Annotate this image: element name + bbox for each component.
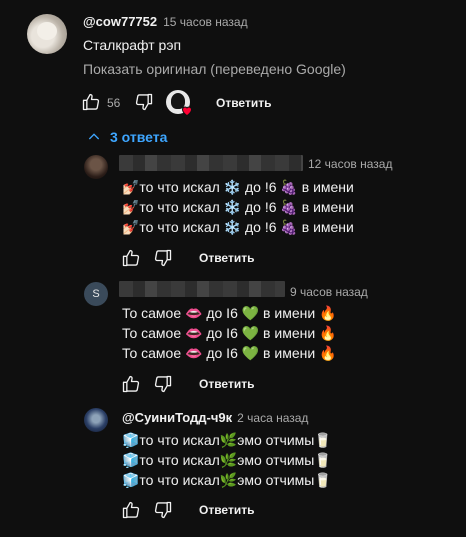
thumbs-down-icon <box>154 501 172 519</box>
reply-time[interactable]: 2 часа назад <box>237 411 308 425</box>
thumbs-up-icon <box>122 501 140 519</box>
avatar-cow77752[interactable] <box>27 14 67 54</box>
replies-toggle-label: 3 ответа <box>110 129 168 145</box>
like-button[interactable] <box>80 91 102 113</box>
blurred-username <box>119 281 285 297</box>
reply-button[interactable]: Ответить <box>199 251 254 265</box>
reply-button[interactable]: Ответить <box>199 377 254 391</box>
reply-text-line: 💅🏻то что искал ❄️ до !6 🍇 в имени <box>122 179 354 195</box>
thumbs-up-icon <box>82 93 100 111</box>
dislike-button[interactable] <box>152 373 174 395</box>
reply-text-line: 🧊то что искал🌿эмо отчимы🥛 <box>122 472 332 488</box>
reply-text-line: То самое 👄 до I6 💚 в имени 🔥 <box>122 325 337 341</box>
avatar-letter: S <box>92 288 100 300</box>
reply-avatar[interactable] <box>84 155 108 179</box>
thumbs-down-icon <box>135 93 153 111</box>
reply-text-line: 🧊то что искал🌿эмо отчимы🥛 <box>122 432 332 448</box>
chevron-up-icon <box>88 133 100 140</box>
dislike-button[interactable] <box>152 499 174 521</box>
dislike-button[interactable] <box>152 247 174 269</box>
heart-icon <box>181 103 193 117</box>
reply-text-line: 🧊то что искал🌿эмо отчимы🥛 <box>122 452 332 468</box>
reply-avatar[interactable]: S <box>84 282 108 306</box>
reply-avatar[interactable] <box>84 408 108 432</box>
reply-text-line: 💅🏻то что искал ❄️ до !6 🍇 в имени <box>122 199 354 215</box>
blurred-username <box>119 155 303 171</box>
reply-text-line: 💅🏻то что искал ❄️ до !6 🍇 в имени <box>122 219 354 235</box>
comment-time[interactable]: 15 часов назад <box>163 15 247 29</box>
reply-button[interactable]: Ответить <box>199 503 254 517</box>
author-handle[interactable]: @СуиниТодд-ч9к <box>122 410 232 425</box>
replies-toggle[interactable]: 3 ответа <box>86 129 167 145</box>
reply-header: @СуиниТодд-ч9к 2 часа назад <box>122 410 308 425</box>
comment-text: Сталкрафт рэп <box>83 37 182 53</box>
thumbs-up-icon <box>122 249 140 267</box>
reply-text-line: То самое 👄 до I6 💚 в имени 🔥 <box>122 305 337 321</box>
reply-time[interactable]: 12 часов назад <box>308 157 392 171</box>
reply-text-line: То самое 👄 до I6 💚 в имени 🔥 <box>122 345 337 361</box>
thumbs-up-icon <box>122 375 140 393</box>
like-button[interactable] <box>120 499 142 521</box>
reply-time[interactable]: 9 часов назад <box>290 285 368 299</box>
show-original-link[interactable]: Показать оригинал (переведено Google) <box>83 61 346 77</box>
author-handle[interactable]: @cow77752 <box>83 14 157 29</box>
like-button[interactable] <box>120 247 142 269</box>
comment-header: @cow77752 15 часов назад <box>83 14 248 29</box>
thumbs-down-icon <box>154 249 172 267</box>
reply-button[interactable]: Ответить <box>216 96 271 110</box>
thumbs-down-icon <box>154 375 172 393</box>
like-button[interactable] <box>120 373 142 395</box>
like-count: 56 <box>107 96 121 110</box>
dislike-button[interactable] <box>133 91 155 113</box>
